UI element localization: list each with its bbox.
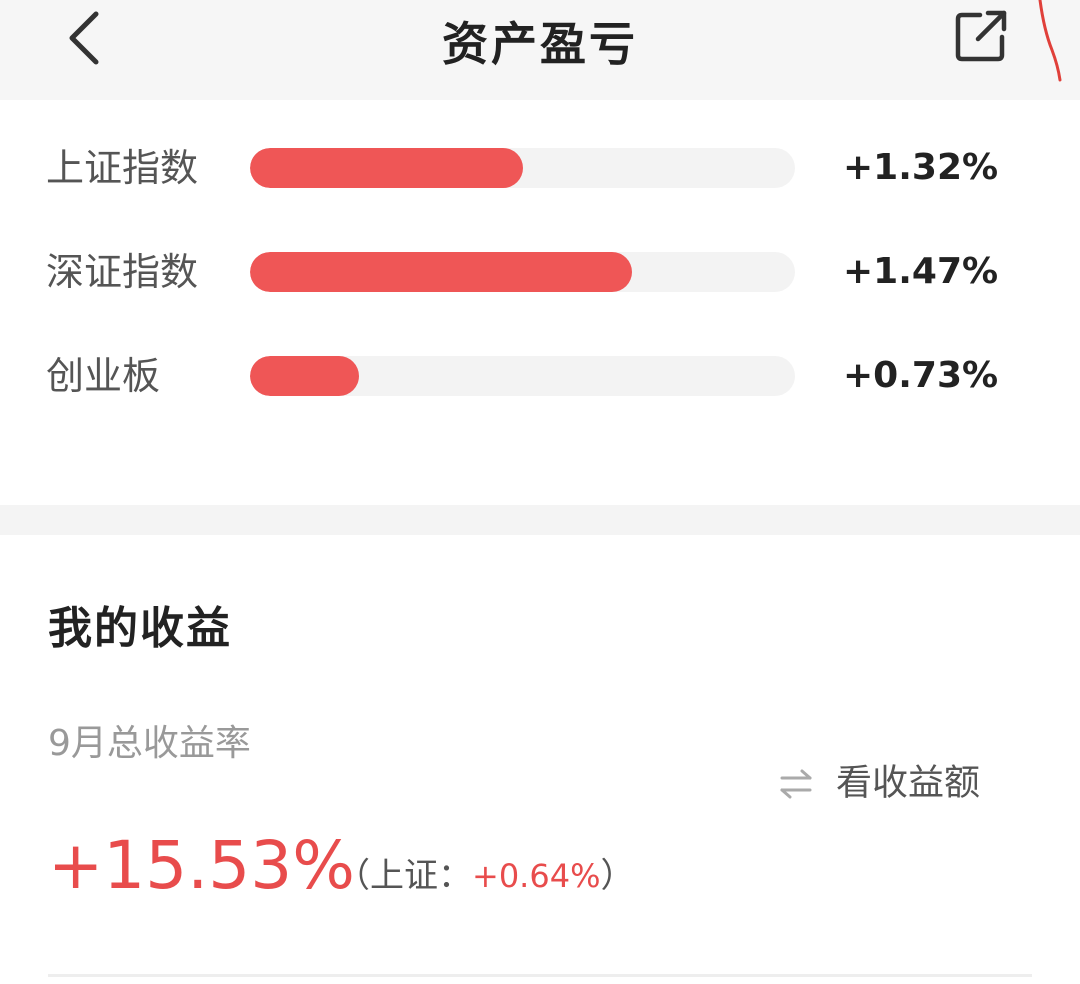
index-label: 创业板	[46, 354, 161, 398]
view-earnings-amount-toggle[interactable]: 看收益额	[776, 758, 980, 808]
index-progress-track	[250, 252, 795, 292]
share-button[interactable]	[950, 5, 1012, 67]
index-progress-fill	[250, 252, 632, 292]
index-progress-fill	[250, 356, 359, 396]
page-title: 资产盈亏	[442, 17, 638, 71]
share-external-icon	[955, 10, 1007, 62]
index-change-value: +1.47%	[843, 251, 999, 292]
index-progress-track	[250, 356, 795, 396]
index-change-value: +0.73%	[843, 355, 999, 396]
toggle-label: 看收益额	[836, 762, 981, 804]
benchmark-compare: （上证：+0.64%）	[336, 846, 634, 906]
red-pen-mark	[1038, 0, 1062, 82]
index-label: 深证指数	[46, 250, 199, 294]
index-progress-track	[250, 148, 795, 188]
compare-label: 上证：	[370, 856, 472, 896]
index-progress-fill	[250, 148, 523, 188]
swap-arrows-icon	[780, 769, 812, 798]
monthly-rate-label: 9月总收益率	[48, 723, 251, 764]
monthly-rate-value: +15.53%	[48, 827, 355, 904]
compare-open-paren: （	[336, 856, 370, 896]
top-bar: 资产盈亏	[0, 0, 1080, 100]
bottom-divider	[48, 974, 1032, 977]
index-change-value: +1.32%	[843, 147, 999, 188]
earnings-section-title: 我的收益	[48, 603, 232, 654]
compare-close-paren: ）	[600, 856, 635, 896]
index-row-chinext: 创业板 +0.73%	[0, 346, 1080, 406]
index-label: 上证指数	[46, 146, 199, 190]
index-row-shenzhen: 深证指数 +1.47%	[0, 242, 1080, 302]
compare-value: +0.64%	[472, 857, 601, 895]
index-row-shanghai: 上证指数 +1.32%	[0, 138, 1080, 198]
section-divider	[0, 505, 1080, 535]
